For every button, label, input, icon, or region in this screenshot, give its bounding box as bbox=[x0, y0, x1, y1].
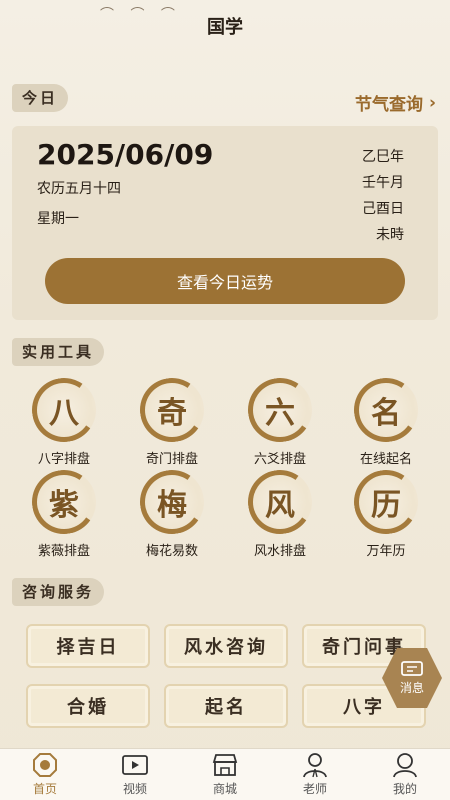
tab-label: 我的 bbox=[392, 782, 417, 796]
tool-liuyao[interactable]: 六 六爻排盘 bbox=[230, 372, 330, 467]
tab-home[interactable]: 首页 bbox=[0, 749, 90, 800]
bottom-tabbar: 首页 视频 商城 老师 我的 bbox=[0, 748, 450, 800]
tool-label: 在线起名 bbox=[359, 452, 412, 467]
birds-decoration-icon: ⌒ ⌒ ⌒ bbox=[100, 7, 181, 23]
consult-auspicious-day-button[interactable]: 择吉日 bbox=[26, 624, 150, 668]
tool-fengshui[interactable]: 风 风水排盘 bbox=[230, 464, 330, 559]
consult-naming-button[interactable]: 起名 bbox=[164, 684, 288, 728]
view-fortune-button[interactable]: 查看今日运势 bbox=[45, 258, 405, 304]
consult-marriage-button[interactable]: 合婚 bbox=[26, 684, 150, 728]
teacher-icon bbox=[301, 752, 329, 778]
tab-label: 视频 bbox=[122, 782, 147, 796]
ganzhi-month: 壬午月 bbox=[362, 175, 404, 191]
bazi-icon: 八 bbox=[26, 372, 102, 448]
tool-label: 六爻排盘 bbox=[253, 452, 306, 467]
consult-fengshui-button[interactable]: 风水咨询 bbox=[164, 624, 288, 668]
today-section-tag: 今日 bbox=[12, 84, 69, 112]
chevron-right-icon: › bbox=[428, 92, 436, 113]
tool-label: 八字排盘 bbox=[37, 452, 90, 467]
tab-teacher[interactable]: 老师 bbox=[270, 749, 360, 800]
weekday: 星期一 bbox=[37, 211, 79, 227]
tool-label: 风水排盘 bbox=[253, 544, 306, 559]
video-icon bbox=[121, 752, 149, 778]
tool-bazi[interactable]: 八 八字排盘 bbox=[14, 372, 114, 467]
message-label: 消息 bbox=[399, 680, 424, 695]
tab-label: 老师 bbox=[302, 782, 327, 796]
chat-icon bbox=[401, 660, 423, 676]
solar-terms-link[interactable]: 节气查询 › bbox=[354, 90, 436, 116]
tab-label: 首页 bbox=[32, 782, 57, 796]
today-date: 2025/06/09 bbox=[37, 138, 214, 171]
shop-icon bbox=[211, 752, 239, 778]
ganzhi-day: 己酉日 bbox=[362, 201, 404, 217]
tools-section-tag: 实用工具 bbox=[12, 338, 105, 366]
bagua-icon bbox=[31, 752, 59, 778]
tool-label: 奇门排盘 bbox=[145, 452, 198, 467]
tool-naming[interactable]: 名 在线起名 bbox=[336, 372, 436, 467]
solar-terms-label: 节气查询 bbox=[354, 95, 423, 115]
meihua-icon: 梅 bbox=[134, 464, 210, 540]
tab-profile[interactable]: 我的 bbox=[360, 749, 450, 800]
qimen-icon: 奇 bbox=[134, 372, 210, 448]
calendar-icon: 历 bbox=[348, 464, 424, 540]
tool-meihua[interactable]: 梅 梅花易数 bbox=[122, 464, 222, 559]
page-title: 国学 bbox=[207, 17, 243, 38]
naming-icon: 名 bbox=[348, 372, 424, 448]
title-bar: ⌒ ⌒ ⌒ 国学 bbox=[0, 0, 450, 52]
tab-video[interactable]: 视频 bbox=[90, 749, 180, 800]
tool-label: 紫薇排盘 bbox=[37, 544, 90, 559]
tool-ziwei[interactable]: 紫 紫薇排盘 bbox=[14, 464, 114, 559]
ziwei-icon: 紫 bbox=[26, 464, 102, 540]
tool-label: 梅花易数 bbox=[145, 544, 198, 559]
ganzhi-hour: 未時 bbox=[376, 227, 404, 243]
ganzhi-year: 乙巳年 bbox=[362, 149, 404, 165]
profile-icon bbox=[391, 752, 419, 778]
fengshui-icon: 风 bbox=[242, 464, 318, 540]
today-card: 2025/06/09 农历五月十四 星期一 乙巳年 壬午月 己酉日 未時 查看今… bbox=[12, 126, 438, 320]
tool-calendar[interactable]: 历 万年历 bbox=[336, 464, 436, 559]
lunar-date: 农历五月十四 bbox=[37, 181, 121, 197]
consult-section-tag: 咨询服务 bbox=[12, 578, 105, 606]
tool-qimen[interactable]: 奇 奇门排盘 bbox=[122, 372, 222, 467]
tab-label: 商城 bbox=[212, 782, 237, 796]
liuyao-icon: 六 bbox=[242, 372, 318, 448]
tab-shop[interactable]: 商城 bbox=[180, 749, 270, 800]
tool-label: 万年历 bbox=[366, 544, 406, 559]
